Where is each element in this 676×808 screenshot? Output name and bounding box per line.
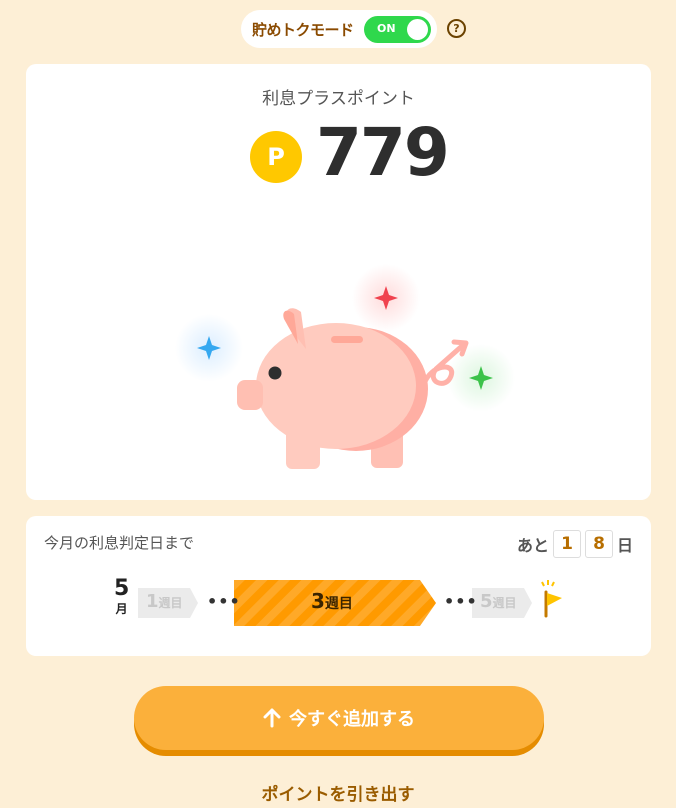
goal-flag-icon [541,580,562,618]
savings-mode-toggle[interactable]: ON [364,16,431,43]
toggle-knob [407,19,428,40]
week-progress-track [138,580,562,626]
ellipsis-left: ••• [207,592,241,611]
question-circle-icon[interactable]: ? [447,19,466,38]
countdown-card: 今月の利息判定日まで あと 1 8 日 5 月 1週目 ••• 3週目 ••• … [26,516,651,656]
withdraw-points-link[interactable]: ポイントを引き出す [0,780,676,805]
arrow-up-icon [263,708,281,728]
red-sparkle-icon [352,264,420,332]
add-now-button[interactable]: 今すぐ追加する [134,686,544,750]
week-5-label: 5週目 [480,591,517,612]
savings-mode-label: 貯めトクモード [252,20,354,39]
add-now-label: 今すぐ追加する [289,709,415,730]
week-3-label: 3週目 [311,589,353,613]
week-1-label: 1週目 [146,591,183,612]
points-card: 利息プラスポイント P 779 [26,64,651,500]
blue-sparkle-icon [175,314,243,382]
ellipsis-right: ••• [444,592,478,611]
toggle-state-text: ON [377,22,396,35]
piggy-bank-illustration [175,264,515,469]
savings-mode-pill: 貯めトクモード ON [241,10,437,48]
green-sparkle-icon [447,344,515,412]
